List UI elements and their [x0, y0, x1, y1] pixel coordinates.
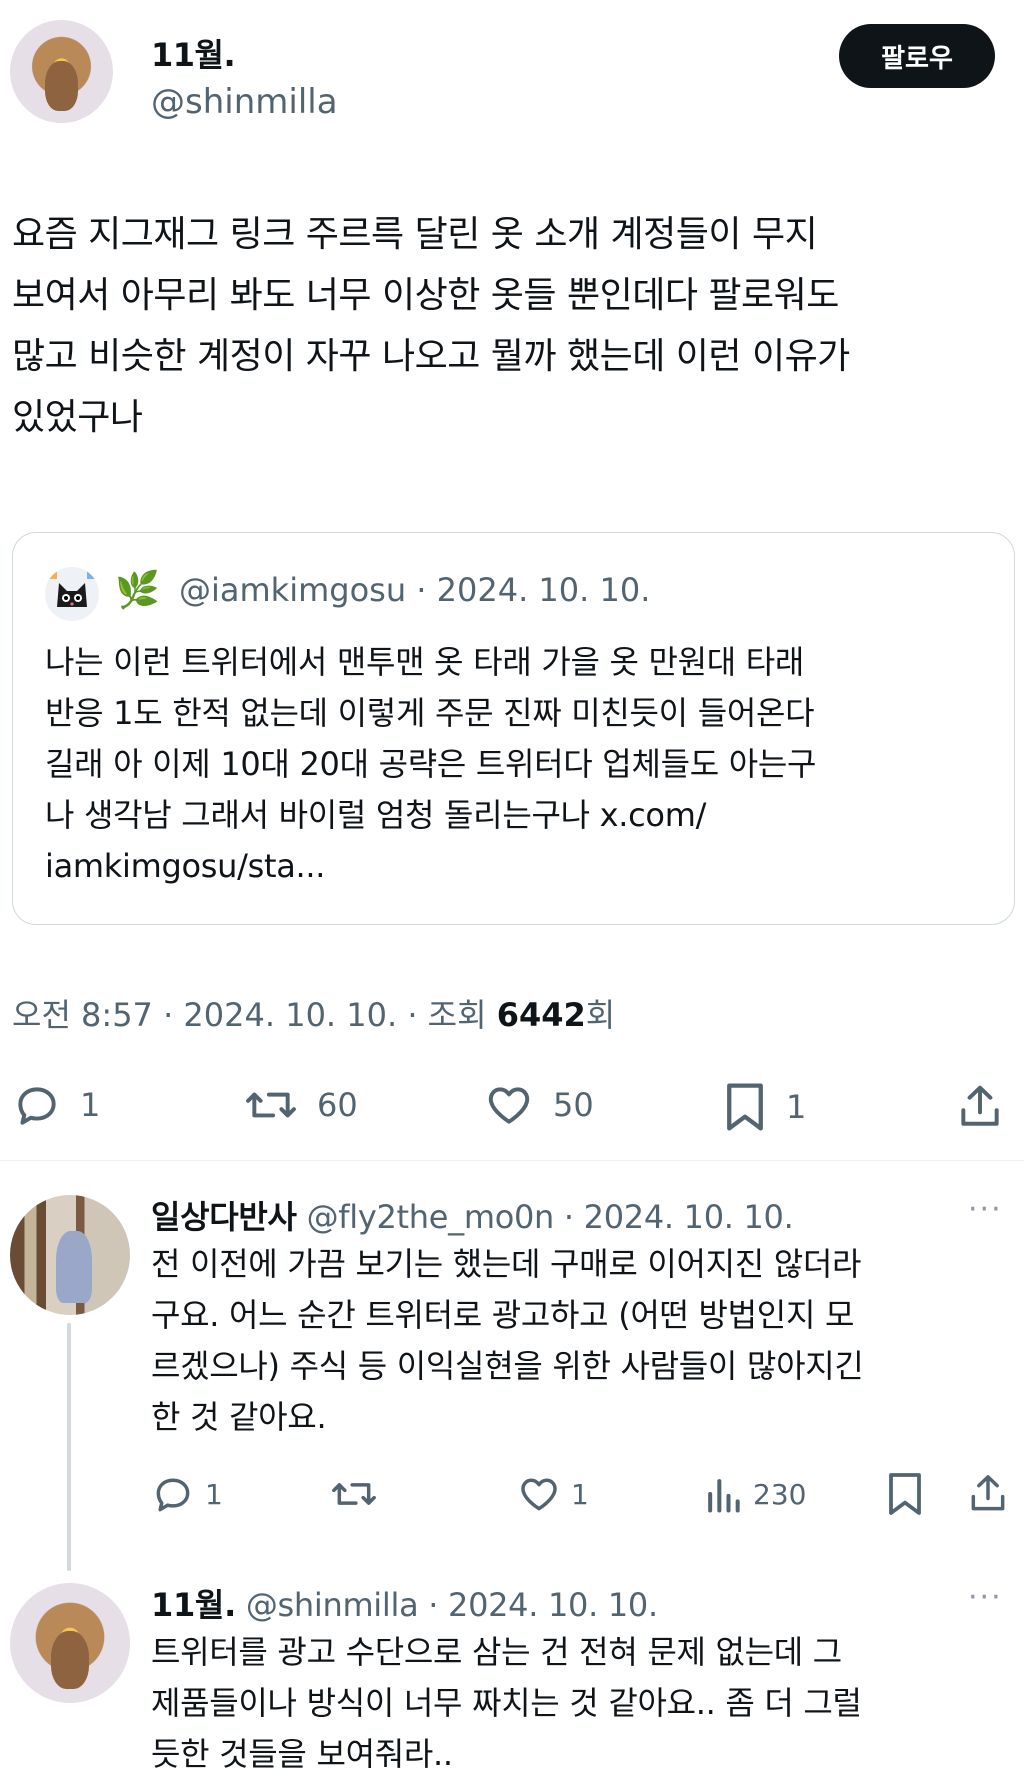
- reply-avatar[interactable]: [10, 1195, 130, 1315]
- share-button[interactable]: [955, 1080, 1005, 1132]
- bookmark-count: 1: [786, 1088, 807, 1126]
- bookmark-button[interactable]: 1: [722, 1080, 806, 1134]
- share-icon: [971, 1475, 1005, 1511]
- reply-like-button[interactable]: 1: [517, 1472, 589, 1516]
- retweet-icon: [246, 1092, 296, 1118]
- share-icon: [961, 1085, 999, 1126]
- tweet-text: 요즘 지그재그 링크 주르륵 달린 옷 소개 계정들이 무지 보여서 아무리 봐…: [12, 214, 850, 438]
- more-options-button[interactable]: ···: [968, 1192, 1003, 1227]
- author-handle[interactable]: @shinmilla: [151, 82, 338, 122]
- quoted-author-avatar[interactable]: [45, 567, 99, 621]
- like-button[interactable]: 50: [483, 1080, 594, 1130]
- reply-share-button[interactable]: [966, 1470, 1010, 1516]
- reply-avatar[interactable]: [10, 1583, 130, 1703]
- leaf-emoji-icon: 🌿: [115, 570, 160, 611]
- retweet-button[interactable]: 60: [243, 1080, 358, 1130]
- reply-icon: [156, 1478, 190, 1512]
- tweet-timestamp[interactable]: 오전 8:57 · 2024. 10. 10. · 조회: [12, 996, 497, 1034]
- view-count: 6442: [496, 996, 586, 1034]
- reply-count: 1: [80, 1086, 101, 1124]
- quoted-tweet-text: 나는 이런 트위터에서 맨투맨 옷 타래 가을 옷 만원대 타래 반응 1도 한…: [45, 643, 817, 885]
- reply-view-count: 230: [753, 1477, 807, 1511]
- author-avatar[interactable]: [10, 20, 113, 123]
- more-options-button[interactable]: ···: [968, 1580, 1003, 1615]
- bookmark-icon: [727, 1083, 763, 1131]
- reply-display-name[interactable]: 11월.: [151, 1586, 236, 1624]
- bookmark-icon: [889, 1473, 921, 1515]
- reply-text: 전 이전에 가끔 보기는 했는데 구매로 이어지진 않더라 구요. 어느 순간 …: [151, 1245, 864, 1436]
- thread-line: [67, 1323, 71, 1571]
- reply-retweet-button[interactable]: [330, 1472, 388, 1516]
- like-count: 50: [553, 1086, 594, 1124]
- heart-icon: [488, 1087, 530, 1124]
- reply-like-count: 1: [571, 1477, 589, 1511]
- retweet-icon: [332, 1483, 376, 1505]
- reply-display-name[interactable]: 일상다반사: [151, 1198, 297, 1236]
- author-display-name[interactable]: 11월.: [151, 30, 236, 76]
- quoted-handle-date[interactable]: @iamkimgosu · 2024. 10. 10.: [179, 571, 650, 609]
- reply-text: 트위터를 광고 수단으로 삼는 건 전혀 문제 없는데 그 제품들이나 방식이 …: [151, 1633, 862, 1773]
- reply-icon: [18, 1087, 56, 1125]
- view-suffix: 회: [585, 996, 616, 1034]
- heart-icon: [521, 1478, 557, 1511]
- retweet-count: 60: [317, 1086, 358, 1124]
- reply-handle-date[interactable]: @shinmilla · 2024. 10. 10.: [246, 1586, 658, 1624]
- cat-avatar-icon: [45, 567, 99, 621]
- reply-handle-date[interactable]: @fly2the_mo0n · 2024. 10. 10.: [307, 1198, 794, 1236]
- follow-button[interactable]: 팔로우: [839, 24, 995, 88]
- reply-reply-button[interactable]: 1: [151, 1472, 223, 1516]
- reply-views-button[interactable]: 230: [703, 1472, 806, 1516]
- reply-header: 11월. @shinmilla · 2024. 10. 10.: [151, 1580, 658, 1626]
- reply-button[interactable]: 1: [12, 1080, 100, 1130]
- analytics-icon: [708, 1479, 740, 1513]
- tweet-meta: 오전 8:57 · 2024. 10. 10. · 조회 6442회: [12, 990, 615, 1036]
- reply-reply-count: 1: [205, 1477, 223, 1511]
- reply-header: 일상다반사 @fly2the_mo0n · 2024. 10. 10.: [151, 1192, 794, 1238]
- quoted-tweet[interactable]: 🌿 @iamkimgosu · 2024. 10. 10. 나는 이런 트위터에…: [12, 532, 1015, 925]
- divider: [0, 1160, 1024, 1161]
- reply-bookmark-button[interactable]: [885, 1470, 925, 1518]
